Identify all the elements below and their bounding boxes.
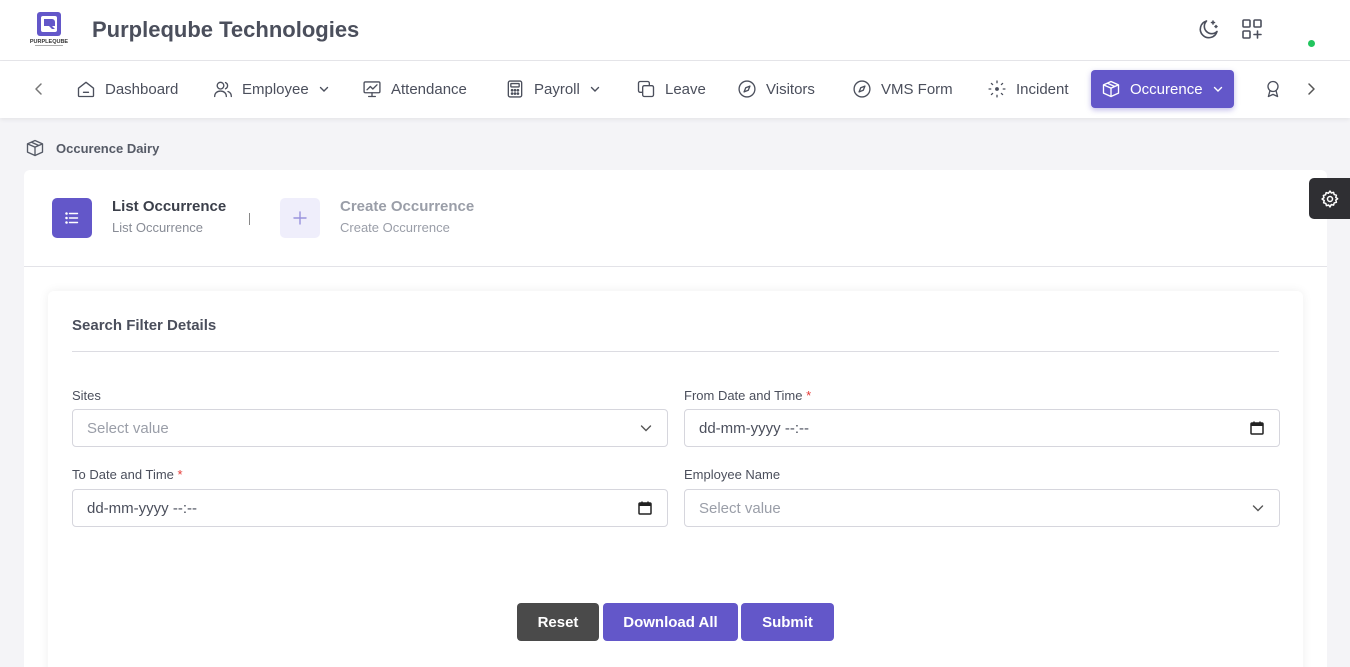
step-list-title[interactable]: List Occurrence [112,198,226,215]
step-create-subtitle: Create Occurrence [340,220,450,235]
box-icon [26,139,44,157]
nav-item-dashboard[interactable]: Dashboard [66,70,188,108]
from-datetime-input[interactable]: dd-mm-yyyy --:-- [684,409,1280,447]
nav-item-payroll[interactable]: Payroll [495,70,611,108]
step-list-occurrence[interactable] [52,198,92,238]
step-create-occurrence[interactable] [280,198,320,238]
nav-item-label: Visitors [766,80,815,98]
nav-item-label: Dashboard [105,80,179,98]
list-icon [65,212,79,224]
nav-item-label: Leave [665,80,706,98]
filter-title: Search Filter Details [72,317,217,334]
compass-icon [738,80,756,98]
sites-placeholder: Select value [87,419,169,437]
compass-icon [853,80,871,98]
theme-toggle-icon[interactable] [1197,17,1221,41]
sites-label: Sites [72,388,101,403]
step-list-subtitle: List Occurrence [112,220,204,235]
nav-item-vms-form[interactable]: VMS Form [842,70,963,108]
breadcrumb-label: Occurence Dairy [56,140,160,156]
required-marker: * [177,467,183,482]
nav-item-label: Incident [1016,80,1069,98]
top-header: PURPLEQUBE Purpleqube Technologies [0,0,1350,61]
copy-icon [637,80,655,98]
chevron-down-icon [590,86,600,92]
nav-item-label: VMS Form [881,80,953,98]
to-datetime-value: dd-mm-yyyy --:-- [87,499,197,517]
plus-icon [293,211,307,225]
from-date-label-text: From Date and Time [684,388,803,403]
to-date-label-text: To Date and Time [72,467,174,482]
chevron-down-icon [640,425,652,432]
nav-item-awards[interactable] [1253,70,1293,108]
nav-item-label: Payroll [534,80,580,98]
home-icon [77,81,95,98]
employee-placeholder: Select value [699,499,781,517]
focus-icon [988,80,1006,98]
search-filter-panel: Search Filter Details Sites Select value… [48,291,1303,667]
chevron-down-icon [1213,86,1222,92]
users-icon [214,81,232,98]
settings-toggle-button[interactable] [1309,178,1350,219]
nav-item-employee[interactable]: Employee [203,70,340,108]
chevron-down-icon [1252,505,1264,512]
company-name: Purpleqube Technologies [92,17,360,42]
step-separator [249,213,250,225]
monitor-chart-icon [363,81,381,98]
employee-name-label: Employee Name [684,467,781,482]
nav-item-attendance[interactable]: Attendance [352,70,477,108]
to-date-label: To Date and Time * [72,467,183,482]
nav-item-occurence[interactable]: Occurence [1091,70,1234,108]
employee-name-select[interactable]: Select value [684,489,1280,527]
reset-button[interactable]: Reset [517,603,599,641]
box-icon [1102,80,1120,98]
from-datetime-value: dd-mm-yyyy --:-- [699,419,809,437]
nav-scroll-right-button[interactable] [1300,78,1322,100]
download-all-button[interactable]: Download All [603,603,738,641]
required-marker: * [806,388,812,403]
chevron-down-icon [319,86,328,92]
to-datetime-input[interactable]: dd-mm-yyyy --:-- [72,489,668,527]
calculator-icon [507,80,523,98]
award-icon [1267,80,1279,98]
divider [72,351,1279,352]
main-nav: Dashboard Employee Attendance Payroll Le… [0,61,1350,118]
submit-button[interactable]: Submit [741,603,834,641]
step-create-title[interactable]: Create Occurrence [340,198,474,215]
online-status-dot [1308,40,1315,47]
calendar-icon[interactable] [1249,420,1265,436]
nav-item-label: Occurence [1130,80,1203,98]
from-date-label: From Date and Time * [684,388,811,403]
svg-text:PURPLEQUBE: PURPLEQUBE [30,39,69,45]
gear-icon [1320,189,1338,208]
breadcrumb: Occurence Dairy [25,138,159,158]
nav-item-incident[interactable]: Incident [977,70,1079,108]
step-tabs: List Occurrence List Occurrence Create O… [24,170,1327,267]
company-logo[interactable]: PURPLEQUBE [29,10,69,50]
sites-select[interactable]: Select value [72,409,668,447]
nav-item-visitors[interactable]: Visitors [727,70,825,108]
calendar-icon[interactable] [637,500,653,516]
apps-grid-icon[interactable] [1240,17,1264,41]
nav-item-label: Attendance [391,80,467,98]
occurrence-card: List Occurrence List Occurrence Create O… [24,170,1327,667]
nav-item-label: Employee [242,80,309,98]
nav-item-leave[interactable]: Leave [626,70,716,108]
nav-scroll-left-button[interactable] [28,78,50,100]
